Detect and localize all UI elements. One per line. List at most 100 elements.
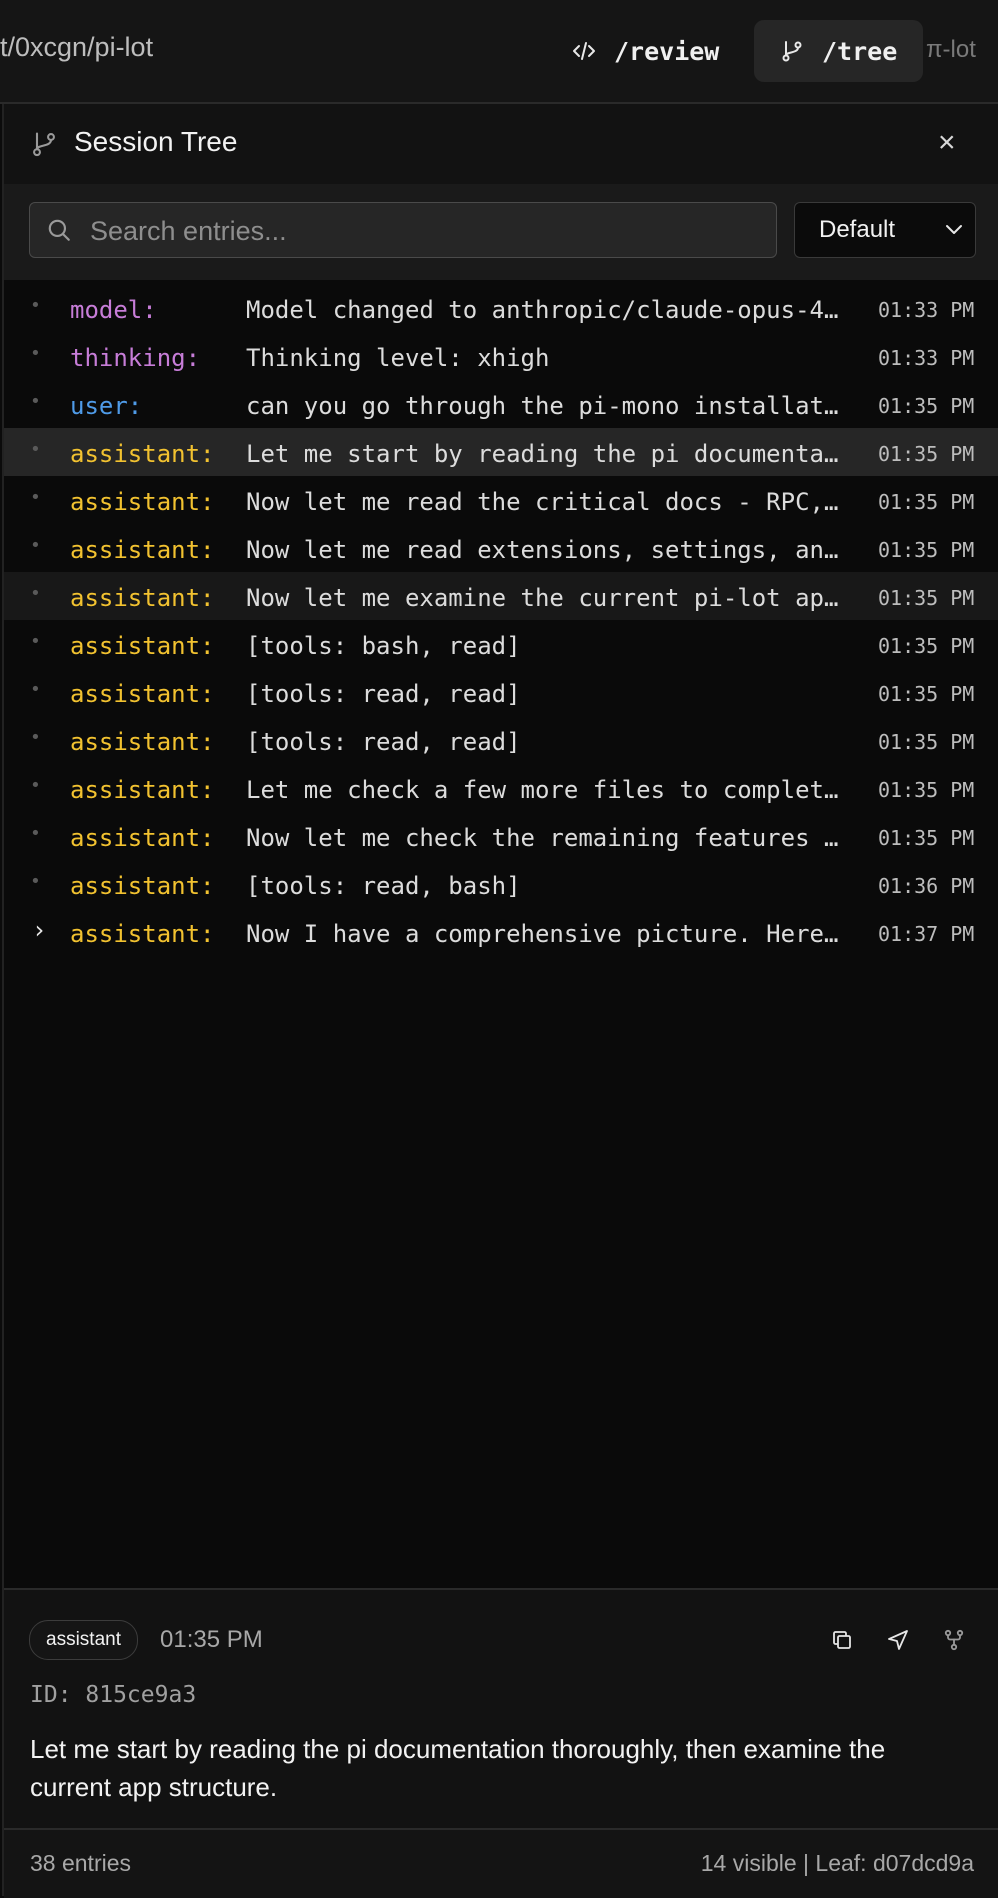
entry-time: 01:35 PM — [878, 826, 975, 850]
search-input[interactable] — [88, 211, 762, 251]
bullet-icon: • — [30, 631, 41, 652]
entry-row[interactable]: • assistant: Let me start by reading the p… — [4, 428, 998, 476]
entry-role: model: — [70, 296, 157, 324]
bullet-icon: • — [30, 679, 41, 700]
role-badge: assistant — [29, 1620, 138, 1660]
chevron-right-icon[interactable]: › — [32, 916, 46, 944]
entry-time: 01:35 PM — [878, 394, 975, 418]
entry-time: 01:33 PM — [878, 346, 975, 370]
git-branch-icon — [782, 41, 802, 62]
entry-text: [tools: read, read] — [246, 680, 521, 708]
entry-id: ID: 815ce9a3 — [30, 1682, 197, 1708]
entry-role: user: — [70, 392, 143, 420]
entry-text: Let me start by reading the pi documenta… — [30, 1734, 886, 1802]
entry-text: Now let me examine the current pi-lot ap… — [246, 584, 839, 612]
search-icon — [48, 219, 70, 241]
fork-icon[interactable] — [942, 1628, 966, 1652]
bullet-icon: • — [30, 775, 41, 796]
entry-role: assistant: — [70, 776, 215, 804]
entry-text: [tools: bash, read] — [246, 632, 521, 660]
entry-time: 01:35 PM — [878, 538, 975, 562]
entry-role: assistant: — [70, 728, 215, 756]
entry-row[interactable]: • user: can you go through the pi-mono ins… — [4, 380, 998, 428]
entry-detail: assistant 01:35 PM ID: 815ce9a3 Let me s… — [4, 1588, 998, 1828]
bullet-icon: • — [30, 343, 41, 364]
review-label: /review — [614, 36, 720, 66]
chevron-down-icon — [946, 225, 962, 234]
session-tree-panel: Session Tree × Default • model: Model chan… — [2, 104, 998, 1898]
brand-name: π-lot — [926, 36, 976, 63]
entry-text: [tools: read, bash] — [246, 872, 521, 900]
entry-row[interactable]: • model: Model changed to anthropic/claude… — [4, 284, 998, 332]
detail-time: 01:35 PM — [160, 1626, 263, 1653]
send-icon[interactable] — [886, 1628, 910, 1652]
top-bar: t/0xcgn/pi-lot /review /tree π-lot — [0, 0, 998, 104]
entry-time: 01:37 PM — [878, 922, 975, 946]
entry-role: assistant: — [70, 440, 215, 468]
entry-row[interactable]: • assistant: Now let me check the remainin… — [4, 812, 998, 860]
entry-row[interactable]: • assistant: Now let me read the critical … — [4, 476, 998, 524]
entry-role: thinking: — [70, 344, 201, 372]
entry-text: [tools: read, read] — [246, 728, 521, 756]
search-box[interactable] — [29, 202, 777, 258]
entry-time: 01:35 PM — [878, 442, 975, 466]
entry-time: 01:35 PM — [878, 682, 975, 706]
git-branch-icon — [33, 132, 55, 157]
bullet-icon: • — [30, 295, 41, 316]
entry-row[interactable]: • assistant: [tools: read, read] 01:35 PM — [4, 668, 998, 716]
panel-header: Session Tree × — [4, 104, 998, 184]
tree-label: /tree — [822, 36, 898, 66]
entry-time: 01:35 PM — [878, 586, 975, 610]
entry-time: 01:33 PM — [878, 298, 975, 322]
entry-text: Let me check a few more files to complet… — [246, 776, 839, 804]
repo-path: t/0xcgn/pi-lot — [0, 32, 154, 62]
entry-row[interactable]: • assistant: [tools: read, read] 01:35 PM — [4, 716, 998, 764]
bullet-icon: • — [30, 391, 41, 412]
entry-time: 01:35 PM — [878, 490, 975, 514]
entry-role: assistant: — [70, 488, 215, 516]
code-icon — [573, 42, 595, 60]
bullet-icon: • — [30, 727, 41, 748]
entry-text: Now let me read the critical docs - RPC,… — [246, 488, 839, 516]
entry-row[interactable]: • assistant: [tools: read, bash] 01:36 PM — [4, 860, 998, 908]
bullet-icon: • — [30, 535, 41, 556]
entry-time: 01:35 PM — [878, 730, 975, 754]
entry-role: assistant: — [70, 632, 215, 660]
bullet-icon: • — [30, 583, 41, 604]
bullet-icon: • — [30, 871, 41, 892]
entry-role: assistant: — [70, 536, 215, 564]
bullet-icon: • — [30, 439, 41, 460]
bullet-icon: • — [30, 823, 41, 844]
entry-time: 01:35 PM — [878, 778, 975, 802]
entry-row[interactable]: • assistant: Let me check a few more files… — [4, 764, 998, 812]
entry-text: Thinking level: xhigh — [246, 344, 550, 372]
entry-text: Now I have a comprehensive picture. Here… — [246, 920, 839, 948]
entry-text: Now let me check the remaining features … — [246, 824, 839, 852]
entry-row[interactable]: › assistant: Now I have a comprehensive pi… — [4, 908, 998, 956]
status-footer: 38 entries 14 visible | Leaf: d07dcd9a — [4, 1828, 998, 1898]
visible-status: 14 visible | Leaf: d07dcd9a — [700, 1850, 974, 1876]
entry-role: assistant: — [70, 584, 215, 612]
entry-text: can you go through the pi-mono installat… — [246, 392, 839, 420]
entry-role: assistant: — [70, 872, 215, 900]
entry-time: 01:35 PM — [878, 634, 975, 658]
panel-title: Session Tree — [74, 126, 238, 157]
filter-select[interactable]: Default — [794, 202, 976, 258]
entry-text: Now let me read extensions, settings, an… — [246, 536, 839, 564]
tree-button[interactable]: /tree — [754, 20, 924, 82]
bullet-icon: • — [30, 487, 41, 508]
entry-text: Model changed to anthropic/claude-opus-4… — [246, 296, 839, 324]
entry-row[interactable]: • assistant: [tools: bash, read] 01:35 PM — [4, 620, 998, 668]
review-button[interactable]: /review — [546, 20, 745, 82]
entry-time: 01:36 PM — [878, 874, 975, 898]
entry-text: Let me start by reading the pi documenta… — [246, 440, 839, 468]
entry-row[interactable]: • assistant: Now let me read extensions, s… — [4, 524, 998, 572]
copy-icon[interactable] — [830, 1628, 854, 1652]
entry-role: assistant: — [70, 920, 215, 948]
entry-role: assistant: — [70, 824, 215, 852]
close-icon[interactable]: × — [938, 128, 956, 158]
entry-row[interactable]: • assistant: Now let me examine the curren… — [4, 572, 998, 620]
filter-value: Default — [819, 216, 896, 243]
filter-bar: Default — [4, 184, 998, 280]
entry-row[interactable]: • thinking: Thinking level: xhigh 01:33 PM — [4, 332, 998, 380]
